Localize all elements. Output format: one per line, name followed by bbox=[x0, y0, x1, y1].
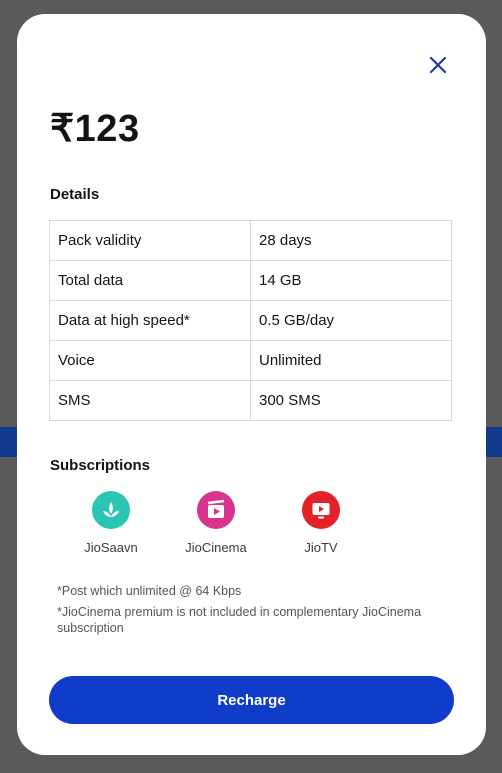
detail-value: 14 GB bbox=[250, 260, 452, 301]
plan-price: ₹123 bbox=[50, 108, 140, 150]
detail-value: 28 days bbox=[250, 220, 452, 261]
detail-value: 300 SMS bbox=[250, 380, 452, 421]
subscription-label: JioTV bbox=[304, 540, 338, 555]
detail-label: Data at high speed* bbox=[49, 300, 251, 341]
recharge-button[interactable]: Recharge bbox=[49, 676, 454, 724]
jiocinema-icon bbox=[197, 491, 235, 529]
footnote: *JioCinema premium is not included in co… bbox=[57, 605, 422, 635]
footnote: *Post which unlimited @ 64 Kbps bbox=[57, 584, 242, 598]
subscription-label: JioCinema bbox=[185, 540, 247, 555]
subscriptions-heading: Subscriptions bbox=[50, 457, 151, 474]
table-row: Data at high speed* 0.5 GB/day bbox=[49, 300, 452, 341]
close-button[interactable] bbox=[425, 52, 451, 78]
jiotv-icon bbox=[302, 491, 340, 529]
table-row: Total data 14 GB bbox=[49, 260, 452, 301]
details-table: Pack validity 28 days Total data 14 GB D… bbox=[49, 220, 452, 421]
detail-label: SMS bbox=[49, 380, 251, 421]
subscription-jiosaavn: JioSaavn bbox=[61, 491, 161, 555]
table-row: SMS 300 SMS bbox=[49, 380, 452, 421]
detail-value: Unlimited bbox=[250, 340, 452, 381]
table-row: Voice Unlimited bbox=[49, 340, 452, 381]
close-icon bbox=[429, 56, 447, 74]
detail-label: Total data bbox=[49, 260, 251, 301]
subscription-jiotv: JioTV bbox=[271, 491, 371, 555]
details-heading: Details bbox=[50, 186, 100, 203]
detail-value: 0.5 GB/day bbox=[250, 300, 452, 341]
backdrop-blur-strip bbox=[486, 427, 502, 457]
subscription-jiocinema: JioCinema bbox=[166, 491, 266, 555]
table-row: Pack validity 28 days bbox=[49, 220, 452, 261]
footnotes: *Post which unlimited @ 64 Kbps *JioCine… bbox=[57, 583, 457, 641]
subscription-label: JioSaavn bbox=[84, 540, 138, 555]
detail-label: Pack validity bbox=[49, 220, 251, 261]
subscriptions-list: JioSaavn JioCinema JioTV bbox=[49, 491, 369, 555]
plan-details-modal: ₹123 Details Pack validity 28 days Total… bbox=[17, 14, 486, 755]
detail-label: Voice bbox=[49, 340, 251, 381]
jiosaavn-icon bbox=[92, 491, 130, 529]
